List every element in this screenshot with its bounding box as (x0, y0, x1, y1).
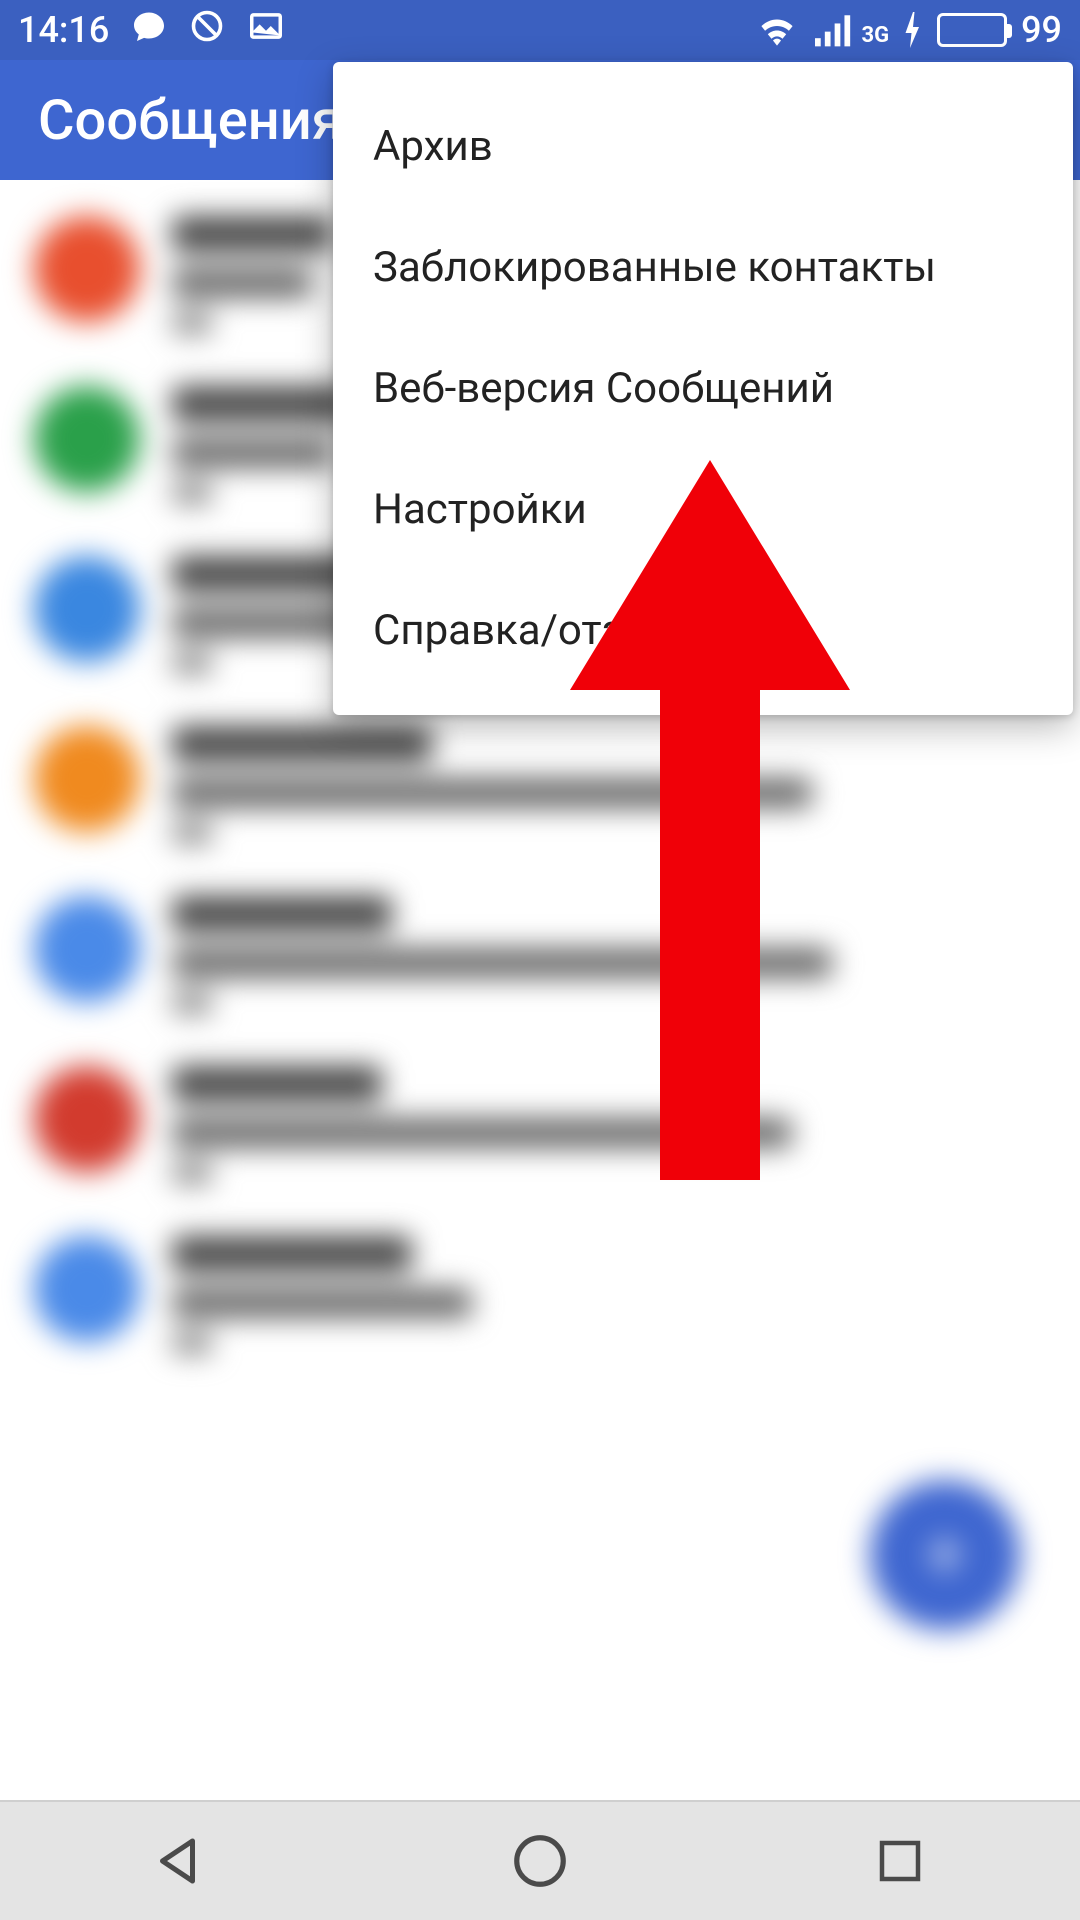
status-right: 3G 99 (755, 9, 1062, 51)
signal-icon (813, 12, 853, 48)
avatar (34, 556, 140, 662)
battery-percent: 99 (1021, 9, 1062, 51)
conversation-item[interactable] (0, 1040, 1080, 1210)
menu-item[interactable]: Справка/отзыв (333, 570, 1073, 691)
wifi-icon (755, 10, 799, 50)
menu-item[interactable]: Архив (333, 86, 1073, 207)
status-time: 14:16 (18, 9, 109, 51)
conversation-item[interactable] (0, 870, 1080, 1040)
avatar (34, 1066, 140, 1172)
nav-recent-button[interactable] (800, 1834, 1000, 1888)
avatar (34, 896, 140, 1002)
conversation-item[interactable] (0, 1210, 1080, 1380)
conversation-text (172, 896, 1046, 1014)
status-left: 14:16 (18, 7, 285, 54)
network-type-label: 3G (861, 23, 889, 48)
app-title: Сообщения (38, 87, 343, 153)
conversation-text (172, 1066, 1046, 1184)
battery-icon (937, 13, 1007, 47)
conversation-item[interactable] (0, 700, 1080, 870)
menu-item[interactable]: Заблокированные контакты (333, 207, 1073, 328)
do-not-disturb-icon (189, 8, 225, 53)
menu-item[interactable]: Веб-версия Сообщений (333, 328, 1073, 449)
menu-item[interactable]: Настройки (333, 449, 1073, 570)
conversation-text (172, 726, 1046, 844)
battery-indicator (937, 13, 1007, 47)
status-bar: 14:16 3G 99 (0, 0, 1080, 60)
conversation-text (172, 1236, 1046, 1354)
nav-back-button[interactable] (80, 1831, 280, 1891)
compose-fab[interactable]: + (870, 1480, 1020, 1630)
avatar (34, 386, 140, 492)
charging-icon (903, 12, 923, 48)
chat-bubble-icon (131, 8, 167, 53)
avatar (34, 726, 140, 832)
avatar (34, 1236, 140, 1342)
nav-home-button[interactable] (440, 1830, 640, 1892)
avatar (34, 216, 140, 322)
navigation-bar (0, 1800, 1080, 1920)
image-icon (247, 7, 285, 54)
overflow-menu: АрхивЗаблокированные контактыВеб-версия … (333, 62, 1073, 715)
